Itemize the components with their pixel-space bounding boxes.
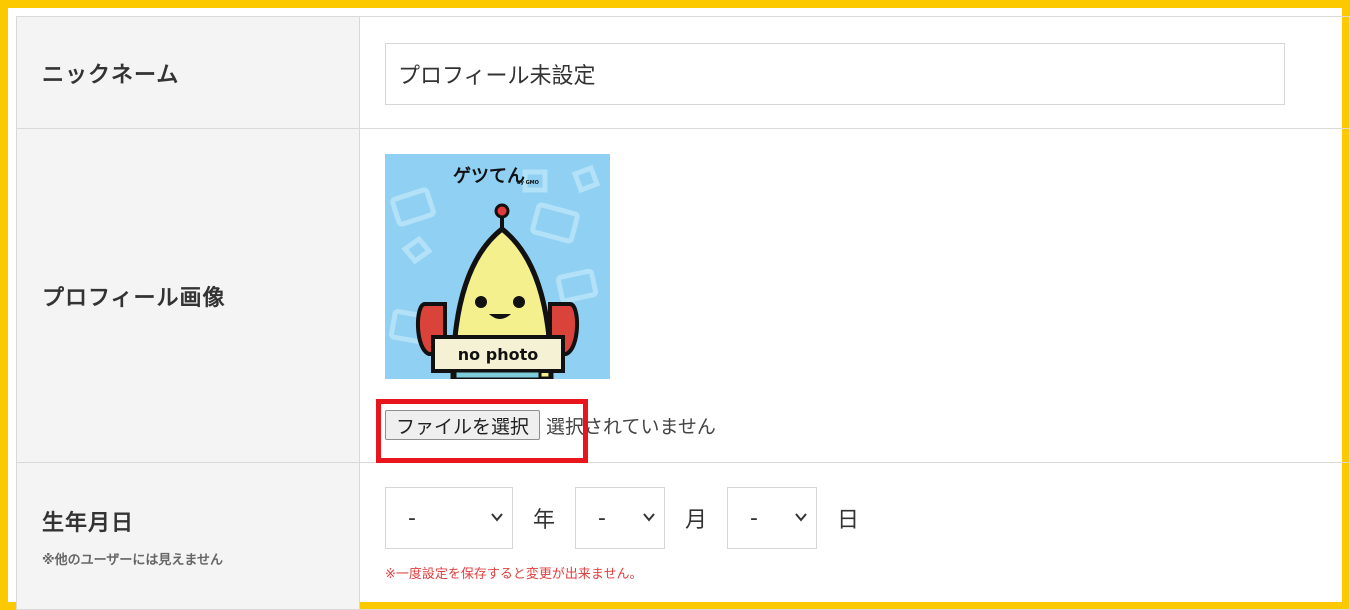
chevron-down-icon	[795, 513, 807, 522]
profile-image-label: プロフィール画像	[42, 285, 226, 311]
year-select-value: -	[408, 505, 416, 531]
day-select-value: -	[750, 505, 758, 531]
profile-image-cell: ゲツてん by GMO no photo ファイルを選択 選択されていません	[361, 129, 1349, 463]
logo-text: ゲツてん	[453, 165, 525, 187]
logo-sub-text: by GMO	[517, 180, 539, 186]
month-unit: 月	[685, 508, 708, 533]
birthday-header: 生年月日 ※他のユーザーには見えません	[17, 463, 360, 609]
year-select[interactable]: -	[385, 487, 513, 549]
file-input-row: ファイルを選択 選択されていません	[385, 408, 716, 442]
birthday-cell: - 年 - 月 - 日 ※一度設定を保存すると変更が出来ません。	[361, 463, 1349, 609]
profile-form-table: ニックネーム プロフィール画像	[16, 16, 1350, 610]
day-select[interactable]: -	[727, 487, 818, 549]
profile-image-preview: ゲツてん by GMO no photo	[385, 154, 610, 379]
file-status-text: 選択されていません	[546, 415, 716, 438]
month-select-value: -	[598, 505, 606, 531]
day-unit: 日	[837, 508, 860, 533]
profile-image-header: プロフィール画像	[17, 129, 360, 462]
nickname-input[interactable]	[385, 43, 1285, 105]
year-unit: 年	[533, 508, 556, 533]
choose-file-button[interactable]: ファイルを選択	[385, 410, 541, 440]
month-select[interactable]: -	[575, 487, 666, 549]
birthday-warning: ※一度設定を保存すると変更が出来ません。	[385, 567, 643, 582]
birthday-selects: - 年 - 月 - 日	[385, 487, 879, 549]
chevron-down-icon	[491, 513, 503, 522]
chevron-down-icon	[643, 513, 655, 522]
birthday-label: 生年月日	[42, 510, 135, 536]
form-frame: ニックネーム プロフィール画像	[0, 0, 1350, 610]
birthday-row: 生年月日 ※他のユーザーには見えません - 年 - 月 - 日 ※一度設定を保存…	[17, 463, 1349, 609]
birthday-privacy-note: ※他のユーザーには見えません	[42, 552, 223, 568]
sign-text: no photo	[458, 345, 538, 364]
nickname-label: ニックネーム	[42, 62, 180, 88]
nickname-row: ニックネーム	[17, 17, 1349, 129]
nickname-header: ニックネーム	[17, 17, 360, 128]
profile-image-row: プロフィール画像 ゲツてん by GMO no photo ファイルを選択 選択…	[17, 129, 1349, 463]
nickname-cell	[361, 17, 1349, 128]
